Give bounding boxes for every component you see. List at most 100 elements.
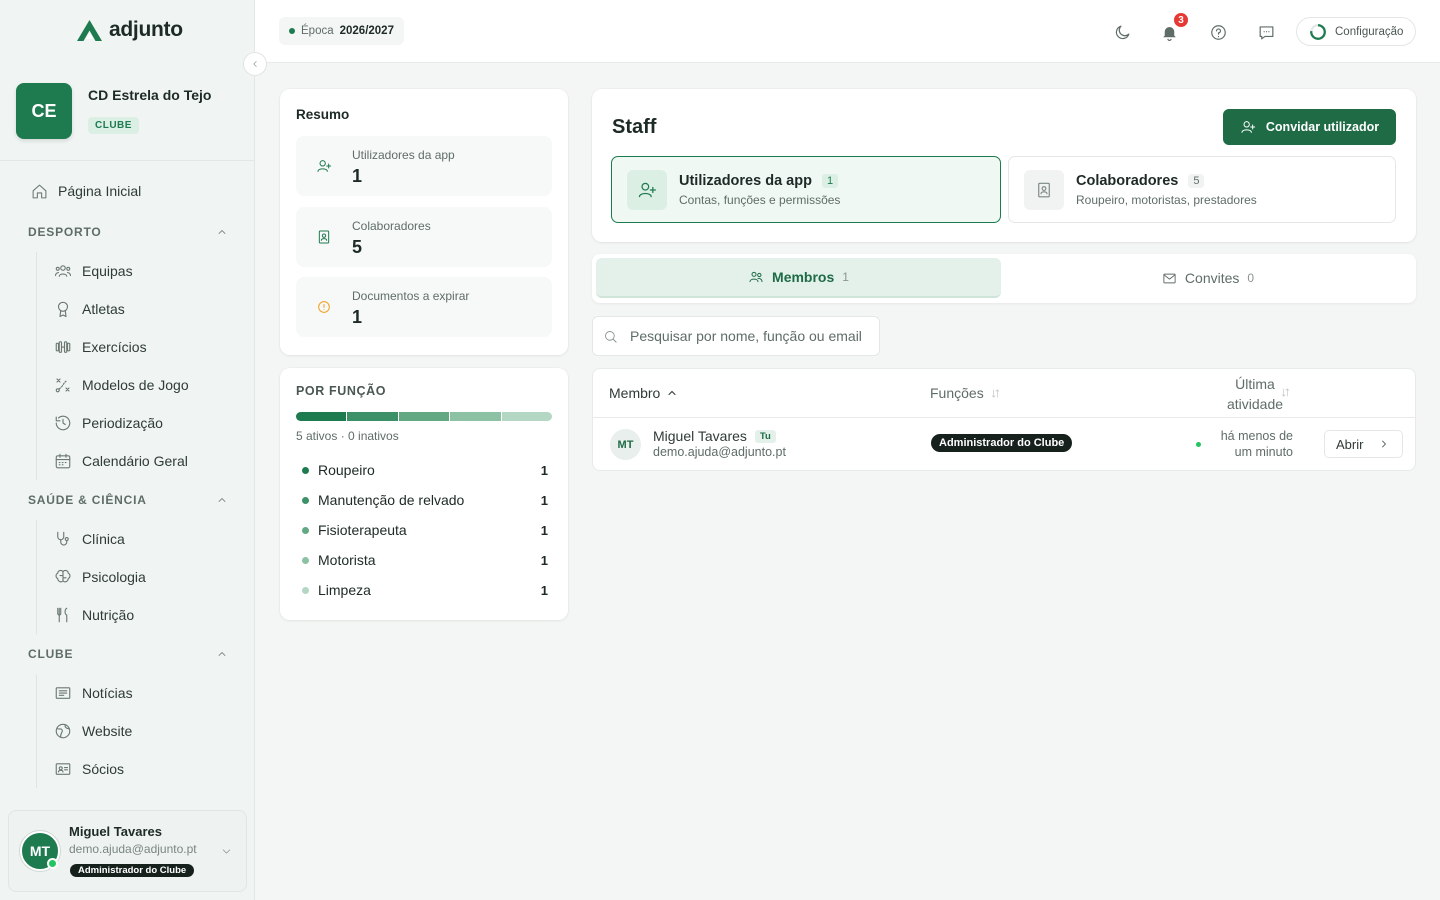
nav-item-periodizacao[interactable]: Periodização bbox=[54, 414, 163, 432]
id-card-icon bbox=[54, 760, 72, 778]
user-email: demo.ajuda@adjunto.pt bbox=[69, 842, 197, 856]
season-status-dot bbox=[289, 28, 295, 34]
roles-bar-segment bbox=[347, 412, 398, 421]
role-count: 1 bbox=[540, 552, 548, 568]
open-member-button[interactable]: Abrir bbox=[1324, 430, 1403, 458]
alert-icon bbox=[316, 299, 332, 315]
roles-bar-segment bbox=[398, 412, 450, 421]
nav-section-clube[interactable]: CLUBE bbox=[28, 647, 228, 661]
nav-item-socios[interactable]: Sócios bbox=[54, 760, 124, 778]
sidebar: adjunto CE CD Estrela do Tejo CLUBE Pági… bbox=[0, 0, 255, 900]
staff-card: Staff Convidar utilizador Utilizadores d… bbox=[592, 89, 1416, 242]
user-menu[interactable]: MT Miguel Tavares demo.ajuda@adjunto.pt … bbox=[8, 810, 247, 892]
nav-section-title: CLUBE bbox=[28, 647, 74, 661]
nav-item-atletas[interactable]: Atletas bbox=[54, 300, 125, 318]
nav-home-label: Página Inicial bbox=[58, 183, 142, 199]
chevron-up-icon bbox=[666, 387, 678, 399]
team-icon bbox=[54, 262, 72, 280]
history-icon bbox=[54, 414, 72, 432]
roles-breakdown-title: POR FUNÇÃO bbox=[296, 384, 387, 398]
role-color-dot bbox=[302, 496, 309, 504]
nav-item-website[interactable]: Website bbox=[54, 722, 132, 740]
summary-item-value: 1 bbox=[352, 166, 363, 186]
user-plus-icon bbox=[316, 158, 332, 174]
logo-icon bbox=[76, 19, 103, 42]
tab-members[interactable]: Membros 1 bbox=[596, 258, 1001, 298]
roles-breakdown-card: POR FUNÇÃO 5 ativos · 0 inativos Roupeir… bbox=[280, 368, 568, 620]
brain-icon bbox=[54, 568, 72, 586]
column-header-member[interactable]: Membro bbox=[609, 385, 678, 401]
nav-home[interactable]: Página Inicial bbox=[30, 182, 141, 200]
column-header-roles[interactable]: Funções bbox=[930, 385, 1001, 401]
nav-item-equipas[interactable]: Equipas bbox=[54, 262, 133, 280]
collapse-sidebar-button[interactable] bbox=[243, 52, 267, 76]
chevron-up-icon bbox=[216, 494, 228, 506]
nav-item-noticias[interactable]: Notícias bbox=[54, 684, 133, 702]
brand-logo[interactable]: adjunto bbox=[76, 18, 183, 42]
nav-item-label: Notícias bbox=[82, 685, 133, 701]
tab-title: Colaboradores 5 bbox=[1076, 173, 1205, 189]
nav-section-saude[interactable]: SAÚDE & CIÊNCIA bbox=[28, 493, 228, 507]
members-table: Membro Funções Última atividade MT Migue… bbox=[592, 368, 1416, 471]
season-selector[interactable]: Época 2026/2027 bbox=[279, 17, 404, 45]
tab-count: 5 bbox=[1188, 174, 1205, 188]
role-color-dot bbox=[302, 586, 309, 594]
nav-item-psicologia[interactable]: Psicologia bbox=[54, 568, 146, 586]
member-name: Miguel Tavares Tu bbox=[653, 428, 776, 444]
club-header[interactable]: CE CD Estrela do Tejo CLUBE bbox=[0, 62, 255, 161]
role-count: 1 bbox=[540, 582, 548, 598]
user-name: Miguel Tavares bbox=[69, 824, 162, 839]
role-name: Fisioterapeuta bbox=[318, 522, 407, 538]
tab-collaborators[interactable]: Colaboradores 5 Roupeiro, motoristas, pre… bbox=[1008, 156, 1396, 223]
search-input[interactable] bbox=[630, 328, 870, 344]
table-divider bbox=[593, 417, 1415, 418]
role-count: 1 bbox=[540, 522, 548, 538]
users-icon bbox=[748, 269, 764, 285]
season-label: Época bbox=[301, 25, 334, 37]
role-row-motorista: Motorista 1 bbox=[302, 552, 548, 568]
role-name: Motorista bbox=[318, 552, 376, 568]
invite-user-button[interactable]: Convidar utilizador bbox=[1223, 109, 1396, 145]
globe-icon bbox=[54, 722, 72, 740]
dark-mode-toggle[interactable] bbox=[1110, 20, 1134, 44]
members-invites-tabs: Membros 1 Convites 0 bbox=[592, 254, 1416, 303]
role-count: 1 bbox=[540, 462, 548, 478]
sort-icon[interactable] bbox=[1280, 387, 1291, 398]
tab-invites[interactable]: Convites 0 bbox=[1004, 258, 1412, 298]
messages-button[interactable] bbox=[1254, 20, 1278, 44]
badge-icon bbox=[316, 229, 332, 245]
tab-count: 0 bbox=[1247, 271, 1255, 285]
nav-section-title: SAÚDE & CIÊNCIA bbox=[28, 493, 147, 507]
utensils-icon bbox=[54, 606, 72, 624]
nav-item-modelos-de-jogo[interactable]: Modelos de Jogo bbox=[54, 376, 189, 394]
summary-item-value: 5 bbox=[352, 237, 363, 257]
tab-label: Colaboradores bbox=[1076, 173, 1179, 189]
nav-item-nutricao[interactable]: Nutrição bbox=[54, 606, 134, 624]
summary-title: Resumo bbox=[296, 107, 350, 122]
summary-item-expiring-docs: Documentos a expirar 1 bbox=[296, 277, 552, 337]
tab-count: 1 bbox=[821, 174, 839, 188]
season-value: 2026/2027 bbox=[339, 25, 394, 37]
newspaper-icon bbox=[54, 684, 72, 702]
roles-summary: 5 ativos · 0 inativos bbox=[296, 429, 399, 443]
chevron-down-icon bbox=[220, 845, 233, 858]
nav-item-label: Clínica bbox=[82, 531, 125, 547]
nav-item-calendario-geral[interactable]: Calendário Geral bbox=[54, 452, 188, 470]
tab-title: Utilizadores da app 1 bbox=[679, 173, 839, 189]
nav-section-desporto[interactable]: DESPORTO bbox=[28, 225, 228, 239]
nav-item-exercicios[interactable]: Exercícios bbox=[54, 338, 147, 356]
column-header-label: Última bbox=[1235, 376, 1275, 392]
help-button[interactable] bbox=[1206, 20, 1230, 44]
nav-item-label: Equipas bbox=[82, 263, 133, 279]
nav-item-clinica[interactable]: Clínica bbox=[54, 530, 125, 548]
role-row-roupeiro: Roupeiro 1 bbox=[302, 462, 548, 478]
invite-user-label: Convidar utilizador bbox=[1265, 120, 1380, 134]
configuration-button[interactable]: Configuração bbox=[1296, 17, 1416, 46]
stethoscope-icon bbox=[54, 530, 72, 548]
tab-description: Roupeiro, motoristas, prestadores bbox=[1076, 193, 1257, 207]
nav-item-label: Atletas bbox=[82, 301, 125, 317]
search-box bbox=[592, 316, 880, 356]
tab-app-users[interactable]: Utilizadores da app 1 Contas, funções e p… bbox=[611, 156, 1001, 223]
open-member-label: Abrir bbox=[1336, 436, 1364, 452]
role-name: Limpeza bbox=[318, 582, 371, 598]
